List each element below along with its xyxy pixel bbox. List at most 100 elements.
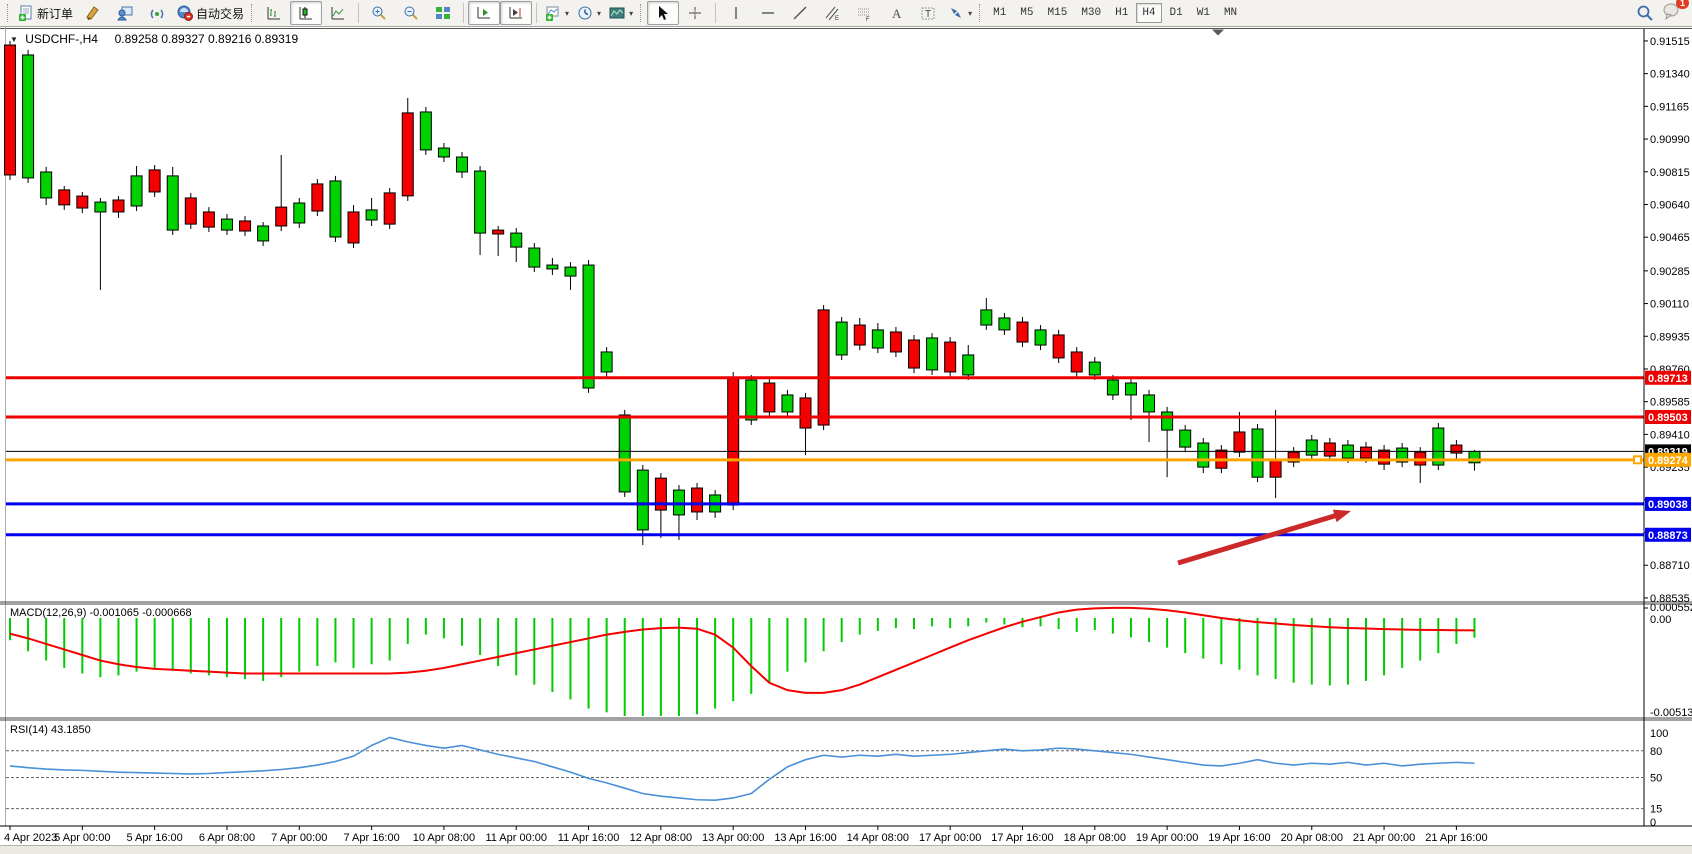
bull-candle bbox=[547, 265, 558, 269]
notification-badge: 1 bbox=[1676, 0, 1689, 9]
zoom-in-button[interactable] bbox=[363, 1, 395, 25]
signal-icon bbox=[149, 5, 165, 21]
bear-candle bbox=[854, 325, 865, 345]
brush-icon bbox=[85, 5, 101, 21]
trendline-tool[interactable] bbox=[784, 1, 816, 25]
bull-candle bbox=[782, 395, 793, 412]
time-tick-label: 20 Apr 08:00 bbox=[1281, 832, 1343, 844]
indicators-button[interactable]: ▾ bbox=[541, 1, 573, 25]
text-label-tool[interactable]: T bbox=[912, 1, 944, 25]
time-tick-label: 14 Apr 08:00 bbox=[847, 832, 909, 844]
zoom-out-button[interactable] bbox=[395, 1, 427, 25]
period-button-W1[interactable]: W1 bbox=[1191, 3, 1216, 23]
bull-candle bbox=[1306, 440, 1317, 455]
text-label-icon: T bbox=[920, 5, 936, 21]
search-icon[interactable] bbox=[1636, 4, 1654, 22]
auto-scroll-button[interactable] bbox=[468, 1, 500, 25]
period-button-MN[interactable]: MN bbox=[1218, 3, 1243, 23]
period-button-H1[interactable]: H1 bbox=[1109, 3, 1134, 23]
autotrade-button[interactable]: 自动交易 bbox=[173, 1, 248, 25]
crosshair-icon bbox=[687, 5, 703, 21]
bear-candle bbox=[890, 332, 901, 352]
tile-windows-icon bbox=[435, 5, 451, 21]
bull-candle bbox=[1035, 330, 1046, 345]
time-tick-label: 4 Apr 2023 bbox=[4, 832, 57, 844]
profile-button[interactable] bbox=[109, 1, 141, 25]
arrows-tool[interactable]: ▾ bbox=[944, 1, 976, 25]
candlestick-chart-button[interactable] bbox=[290, 1, 322, 25]
period-button-D1[interactable]: D1 bbox=[1164, 3, 1189, 23]
period-button-M1[interactable]: M1 bbox=[987, 3, 1012, 23]
price-tick-label: 0.90640 bbox=[1650, 199, 1690, 211]
rsi-indicator-label: RSI(14) 43.1850 bbox=[10, 724, 91, 736]
window-menu-arrow-icon[interactable]: ▼ bbox=[10, 35, 18, 44]
notifications-button[interactable]: 1 bbox=[1662, 2, 1682, 25]
line-drag-handle[interactable] bbox=[1634, 456, 1641, 463]
fibonacci-icon: F bbox=[856, 5, 872, 21]
bull-candle bbox=[1180, 430, 1191, 447]
toolbar-grip[interactable] bbox=[7, 4, 11, 22]
zoom-out-icon bbox=[403, 5, 419, 21]
bear-candle bbox=[1071, 352, 1082, 372]
bull-candle bbox=[1107, 380, 1118, 395]
fibonacci-tool[interactable]: F bbox=[848, 1, 880, 25]
bull-candle bbox=[330, 181, 341, 237]
line-chart-button[interactable] bbox=[322, 1, 354, 25]
price-tick-label: 0.88710 bbox=[1650, 560, 1690, 572]
bull-candle bbox=[746, 380, 757, 420]
rsi-tick-label: 100 bbox=[1650, 728, 1668, 740]
text-tool[interactable]: A bbox=[880, 1, 912, 25]
period-button-H4[interactable]: H4 bbox=[1136, 3, 1161, 23]
horizontal-line-tool[interactable] bbox=[752, 1, 784, 25]
bar-chart-button[interactable] bbox=[258, 1, 290, 25]
periods-button[interactable]: ▾ bbox=[573, 1, 605, 25]
bull-candle bbox=[95, 202, 106, 212]
signal-button[interactable] bbox=[141, 1, 173, 25]
styles-button[interactable] bbox=[77, 1, 109, 25]
bull-candle bbox=[565, 267, 576, 276]
bull-candle bbox=[1162, 412, 1173, 430]
channel-tool[interactable]: E bbox=[816, 1, 848, 25]
price-tick-label: 0.90990 bbox=[1650, 134, 1690, 146]
vertical-line-tool[interactable] bbox=[720, 1, 752, 25]
period-button-M5[interactable]: M5 bbox=[1014, 3, 1039, 23]
toolbar-grip[interactable] bbox=[640, 4, 644, 22]
toolbar-grip[interactable] bbox=[979, 4, 983, 22]
bull-candle bbox=[438, 148, 449, 157]
period-button-M15[interactable]: M15 bbox=[1042, 3, 1074, 23]
period-button-M30[interactable]: M30 bbox=[1075, 3, 1107, 23]
crosshair-button[interactable] bbox=[679, 1, 711, 25]
bull-candle bbox=[131, 176, 142, 206]
trendline-icon bbox=[792, 5, 808, 21]
new-order-button[interactable]: 新订单 bbox=[14, 1, 77, 25]
status-bar bbox=[0, 845, 1692, 854]
svg-text:F: F bbox=[866, 17, 870, 21]
time-tick-label: 11 Apr 16:00 bbox=[558, 832, 620, 844]
bull-candle bbox=[1089, 362, 1100, 375]
chart-shift-button[interactable] bbox=[500, 1, 532, 25]
autotrade-label: 自动交易 bbox=[196, 5, 244, 22]
macd-max-label: 0.000552 bbox=[1650, 602, 1692, 614]
price-tick-label: 0.89585 bbox=[1650, 397, 1690, 409]
new-order-icon bbox=[18, 5, 34, 21]
bear-candle bbox=[402, 113, 413, 196]
bull-candle bbox=[619, 415, 630, 492]
tile-windows-button[interactable] bbox=[427, 1, 459, 25]
templates-button[interactable]: ▾ bbox=[605, 1, 637, 25]
candlestick-icon bbox=[298, 5, 314, 21]
macd-zero-label: 0.00 bbox=[1650, 614, 1671, 626]
new-order-label: 新订单 bbox=[37, 5, 73, 22]
bear-candle bbox=[945, 342, 956, 372]
time-tick-label: 13 Apr 00:00 bbox=[702, 832, 764, 844]
chart-canvas[interactable]: 0.915150.913400.911650.909900.908150.906… bbox=[0, 27, 1692, 854]
price-tick-label: 0.90285 bbox=[1650, 266, 1690, 278]
time-tick-label: 19 Apr 16:00 bbox=[1208, 832, 1270, 844]
cursor-button[interactable] bbox=[647, 1, 679, 25]
cursor-icon bbox=[655, 5, 671, 21]
chart-window[interactable]: ▼ USDCHF-,H4 0.89258 0.89327 0.89216 0.8… bbox=[0, 27, 1692, 854]
bull-candle bbox=[511, 233, 522, 247]
toolbar-grip[interactable] bbox=[251, 4, 255, 22]
time-tick-label: 5 Apr 00:00 bbox=[54, 832, 110, 844]
bull-candle bbox=[366, 210, 377, 220]
chevron-down-icon: ▾ bbox=[968, 9, 972, 18]
